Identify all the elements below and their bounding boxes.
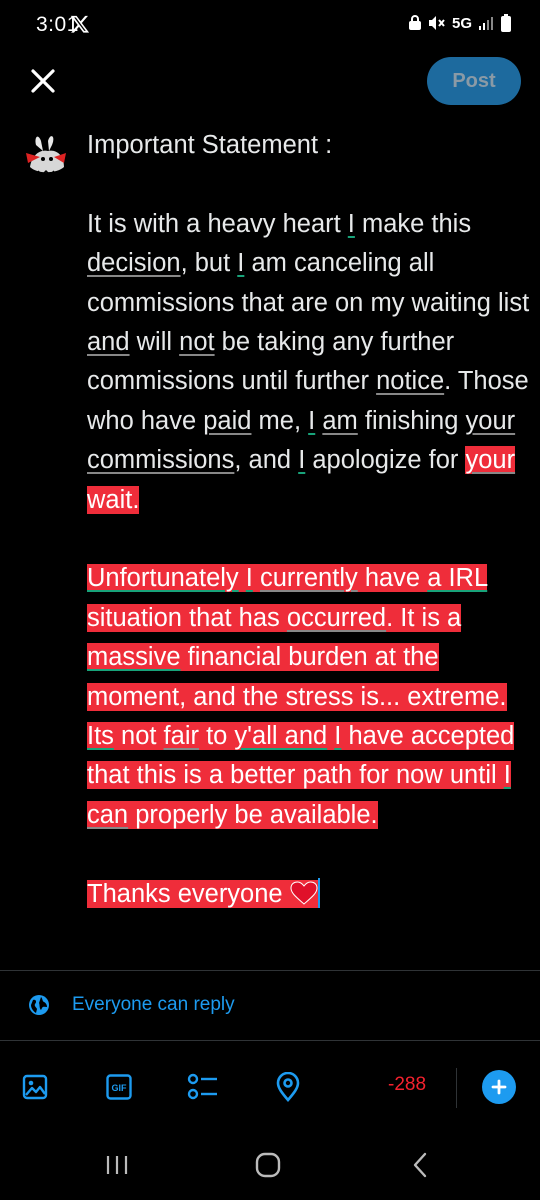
status-bar: 3:01 5G [0, 0, 540, 52]
status-icons: 5G [408, 14, 512, 32]
home-button[interactable] [255, 1148, 281, 1182]
lock-icon [408, 15, 421, 30]
heart-icon [290, 881, 318, 905]
divider [0, 1040, 540, 1041]
image-icon [22, 1074, 48, 1100]
reply-setting-label: Everyone can reply [72, 994, 235, 1015]
mute-icon [428, 16, 445, 30]
recents-icon [106, 1156, 128, 1174]
compose-text-area[interactable]: Important Statement : It is with a heavy… [87, 126, 532, 914]
poll-button[interactable] [183, 1060, 223, 1114]
home-icon [255, 1152, 281, 1178]
post-button[interactable]: Post [427, 57, 521, 105]
location-button[interactable] [268, 1060, 308, 1114]
paragraph-2: Unfortunately I currently have a IRL sit… [87, 564, 515, 829]
poll-icon [187, 1073, 217, 1100]
toolbar-divider [456, 1068, 457, 1108]
media-button[interactable] [15, 1060, 55, 1114]
recents-button[interactable] [104, 1148, 130, 1182]
gif-icon: GIF [106, 1074, 132, 1100]
system-nav-bar [0, 1130, 540, 1200]
close-icon[interactable] [26, 64, 60, 98]
location-icon [276, 1072, 300, 1102]
compose-toolbar: GIF [0, 1060, 540, 1116]
back-icon [413, 1152, 427, 1178]
back-button[interactable] [408, 1148, 432, 1182]
svg-text:GIF: GIF [112, 1083, 128, 1093]
avatar[interactable] [18, 127, 74, 183]
paragraph-1: It is with a heavy heart I make this dec… [87, 209, 530, 514]
divider [0, 970, 540, 971]
x-logo-icon [70, 15, 90, 33]
statement-title: Important Statement : [87, 131, 333, 159]
reply-setting-button[interactable]: Everyone can reply [28, 994, 235, 1016]
network-type: 5G [451, 14, 472, 32]
add-post-button[interactable] [482, 1070, 516, 1104]
gif-button[interactable]: GIF [99, 1060, 139, 1114]
battery-icon [501, 14, 511, 32]
paragraph-3: Thanks everyone [87, 875, 532, 914]
add-icon [491, 1079, 507, 1095]
character-count: -288 [388, 1074, 427, 1095]
globe-icon [29, 995, 49, 1015]
avatar-image [18, 127, 74, 183]
signal-icon [479, 17, 493, 30]
text-cursor [317, 877, 320, 908]
